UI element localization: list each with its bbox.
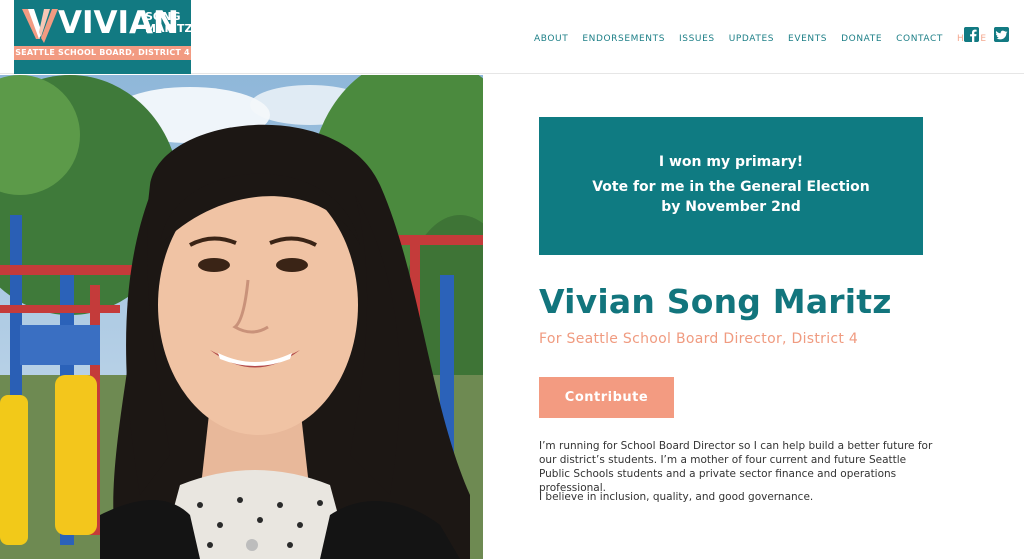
candidate-subtitle: For Seattle School Board Director, Distr…: [539, 331, 859, 347]
candidate-portrait-image: [0, 75, 483, 559]
main-nav: ABOUT ENDORSEMENTS ISSUES UPDATES EVENTS…: [534, 32, 1001, 46]
logo-tagline: SEATTLE SCHOOL BOARD, DISTRICT 4: [14, 46, 191, 60]
facebook-icon[interactable]: [964, 27, 979, 42]
logo-maritz-word: MARITZ: [145, 22, 193, 35]
contribute-button[interactable]: Contribute: [539, 377, 674, 418]
site-logo[interactable]: VIVIAN SONG MARITZ SEATTLE SCHOOL BOARD,…: [14, 0, 193, 74]
nav-updates[interactable]: UPDATES: [729, 34, 774, 44]
intro-paragraph: I’m running for School Board Director so…: [539, 440, 933, 494]
values-paragraph: I believe in inclusion, quality, and goo…: [539, 491, 814, 503]
twitter-icon[interactable]: [994, 27, 1009, 42]
banner-line-1: I won my primary!: [658, 154, 804, 170]
site-header: VIVIAN SONG MARITZ SEATTLE SCHOOL BOARD,…: [0, 0, 1024, 74]
nav-about[interactable]: ABOUT: [534, 34, 568, 44]
nav-contact[interactable]: CONTACT: [896, 34, 943, 44]
candidate-name: Vivian Song Maritz: [539, 282, 892, 321]
nav-events[interactable]: EVENTS: [788, 34, 827, 44]
logo-v-mark-icon: [22, 9, 58, 43]
nav-endorsements[interactable]: ENDORSEMENTS: [582, 34, 665, 44]
logo-song: SONG MARITZ: [145, 11, 193, 35]
primary-win-banner: I won my primary! Vote for me in the Gen…: [539, 117, 923, 255]
candidate-photo: [0, 75, 483, 559]
nav-issues[interactable]: ISSUES: [679, 34, 715, 44]
banner-line-2: Vote for me in the General Election: [592, 179, 870, 195]
nav-donate[interactable]: DONATE: [841, 34, 882, 44]
banner-line-3: by November 2nd: [661, 199, 801, 215]
